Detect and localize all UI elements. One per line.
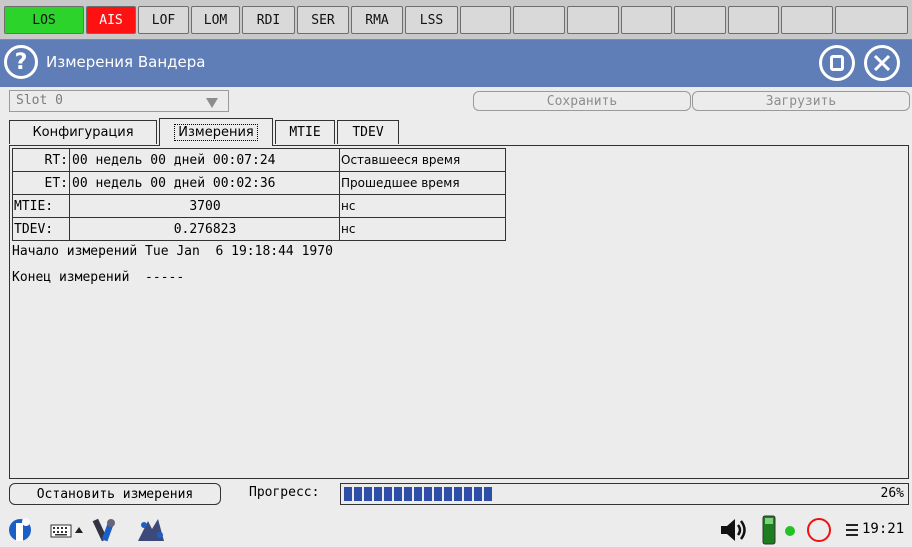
tool-icon[interactable] xyxy=(91,515,119,545)
progress-label: Прогресс: xyxy=(249,485,320,500)
volume-icon[interactable] xyxy=(718,516,750,544)
measurements-panel: RT: 00 недель 00 дней 00:07:24 Оставшеес… xyxy=(9,145,909,479)
load-button[interactable]: Загрузить xyxy=(692,91,910,111)
row-value: 3700 xyxy=(69,194,340,218)
tab-label: Конфигурация xyxy=(32,125,134,140)
alarm-empty xyxy=(513,6,565,34)
tab-label: Измерения xyxy=(174,124,258,141)
alarm-lof: LOF xyxy=(138,6,189,34)
row-unit: Прошедшее время xyxy=(339,171,506,195)
alarm-ser: SER xyxy=(297,6,349,34)
alarm-bar: LOS AIS LOF LOM RDI SER RMA LSS xyxy=(0,0,912,40)
row-value: 00 недель 00 дней 00:02:36 xyxy=(69,171,340,195)
tab-label: MTIE xyxy=(289,125,321,140)
battery-icon xyxy=(762,515,776,545)
chevron-up-icon[interactable] xyxy=(74,525,84,535)
keyboard-icon[interactable] xyxy=(50,524,72,538)
stop-icon[interactable] xyxy=(819,45,855,81)
alarm-empty xyxy=(621,6,672,34)
alarm-empty xyxy=(460,6,511,34)
start-time-line: Начало измерений Tue Jan 6 19:18:44 1970 xyxy=(12,244,333,259)
row-value: 0.276823 xyxy=(69,217,340,241)
row-unit: нс xyxy=(339,194,506,218)
save-button[interactable]: Сохранить xyxy=(473,91,691,111)
help-icon[interactable]: ? xyxy=(4,45,38,79)
alarm-ais: AIS xyxy=(86,6,136,34)
table-row: ET: 00 недель 00 дней 00:02:36 Прошедшее… xyxy=(12,171,506,195)
alarm-lom: LOM xyxy=(191,6,240,34)
tab-mtie[interactable]: MTIE xyxy=(275,120,335,144)
close-icon[interactable] xyxy=(864,45,900,81)
alarm-empty xyxy=(781,6,833,34)
row-key: MTIE: xyxy=(12,194,70,218)
stop-measurement-button[interactable]: Остановить измерения xyxy=(9,483,221,505)
tab-tdev[interactable]: TDEV xyxy=(337,120,399,144)
progress-fill xyxy=(344,487,494,501)
row-value: 00 недель 00 дней 00:07:24 xyxy=(69,148,340,172)
table-row: RT: 00 недель 00 дней 00:07:24 Оставшеес… xyxy=(12,148,506,172)
progress-bar: 26% xyxy=(340,483,909,505)
row-unit: Оставшееся время xyxy=(339,148,506,172)
row-key: ET: xyxy=(12,171,70,195)
table-row: MTIE: 3700 нс xyxy=(12,194,506,218)
progress-percent: 26% xyxy=(880,486,904,501)
alarm-lss: LSS xyxy=(405,6,458,34)
record-icon[interactable] xyxy=(806,517,832,543)
table-row: TDEV: 0.276823 нс xyxy=(12,217,506,241)
clock: 19:21 xyxy=(862,521,905,537)
chevron-down-icon xyxy=(206,98,218,108)
end-time-line: Конец измерений ----- xyxy=(12,270,185,285)
alarm-empty xyxy=(728,6,779,34)
tab-label: TDEV xyxy=(352,125,384,140)
title-bar: ? Измерения Вандера xyxy=(0,40,912,87)
menu-icon[interactable] xyxy=(844,522,860,538)
alarm-empty xyxy=(835,6,908,34)
slot-select[interactable]: Slot 0 xyxy=(9,90,229,112)
taskbar: 19:21 xyxy=(0,512,912,547)
alarm-empty xyxy=(674,6,726,34)
row-key: TDEV: xyxy=(12,217,70,241)
measurements-table: RT: 00 недель 00 дней 00:07:24 Оставшеес… xyxy=(12,148,506,241)
alarm-rma: RMA xyxy=(351,6,403,34)
alarm-los: LOS xyxy=(4,6,84,34)
row-key: RT: xyxy=(12,148,70,172)
window-title: Измерения Вандера xyxy=(46,53,206,71)
tab-configuration[interactable]: Конфигурация xyxy=(9,120,157,144)
alarm-rdi: RDI xyxy=(242,6,295,34)
network-icon[interactable] xyxy=(134,515,168,545)
slot-select-value: Slot 0 xyxy=(16,93,63,108)
alarm-empty xyxy=(567,6,619,34)
tab-measurements[interactable]: Измерения xyxy=(159,118,273,146)
app-menu-icon[interactable] xyxy=(6,515,34,545)
row-unit: нс xyxy=(339,217,506,241)
status-led-icon xyxy=(785,526,795,536)
